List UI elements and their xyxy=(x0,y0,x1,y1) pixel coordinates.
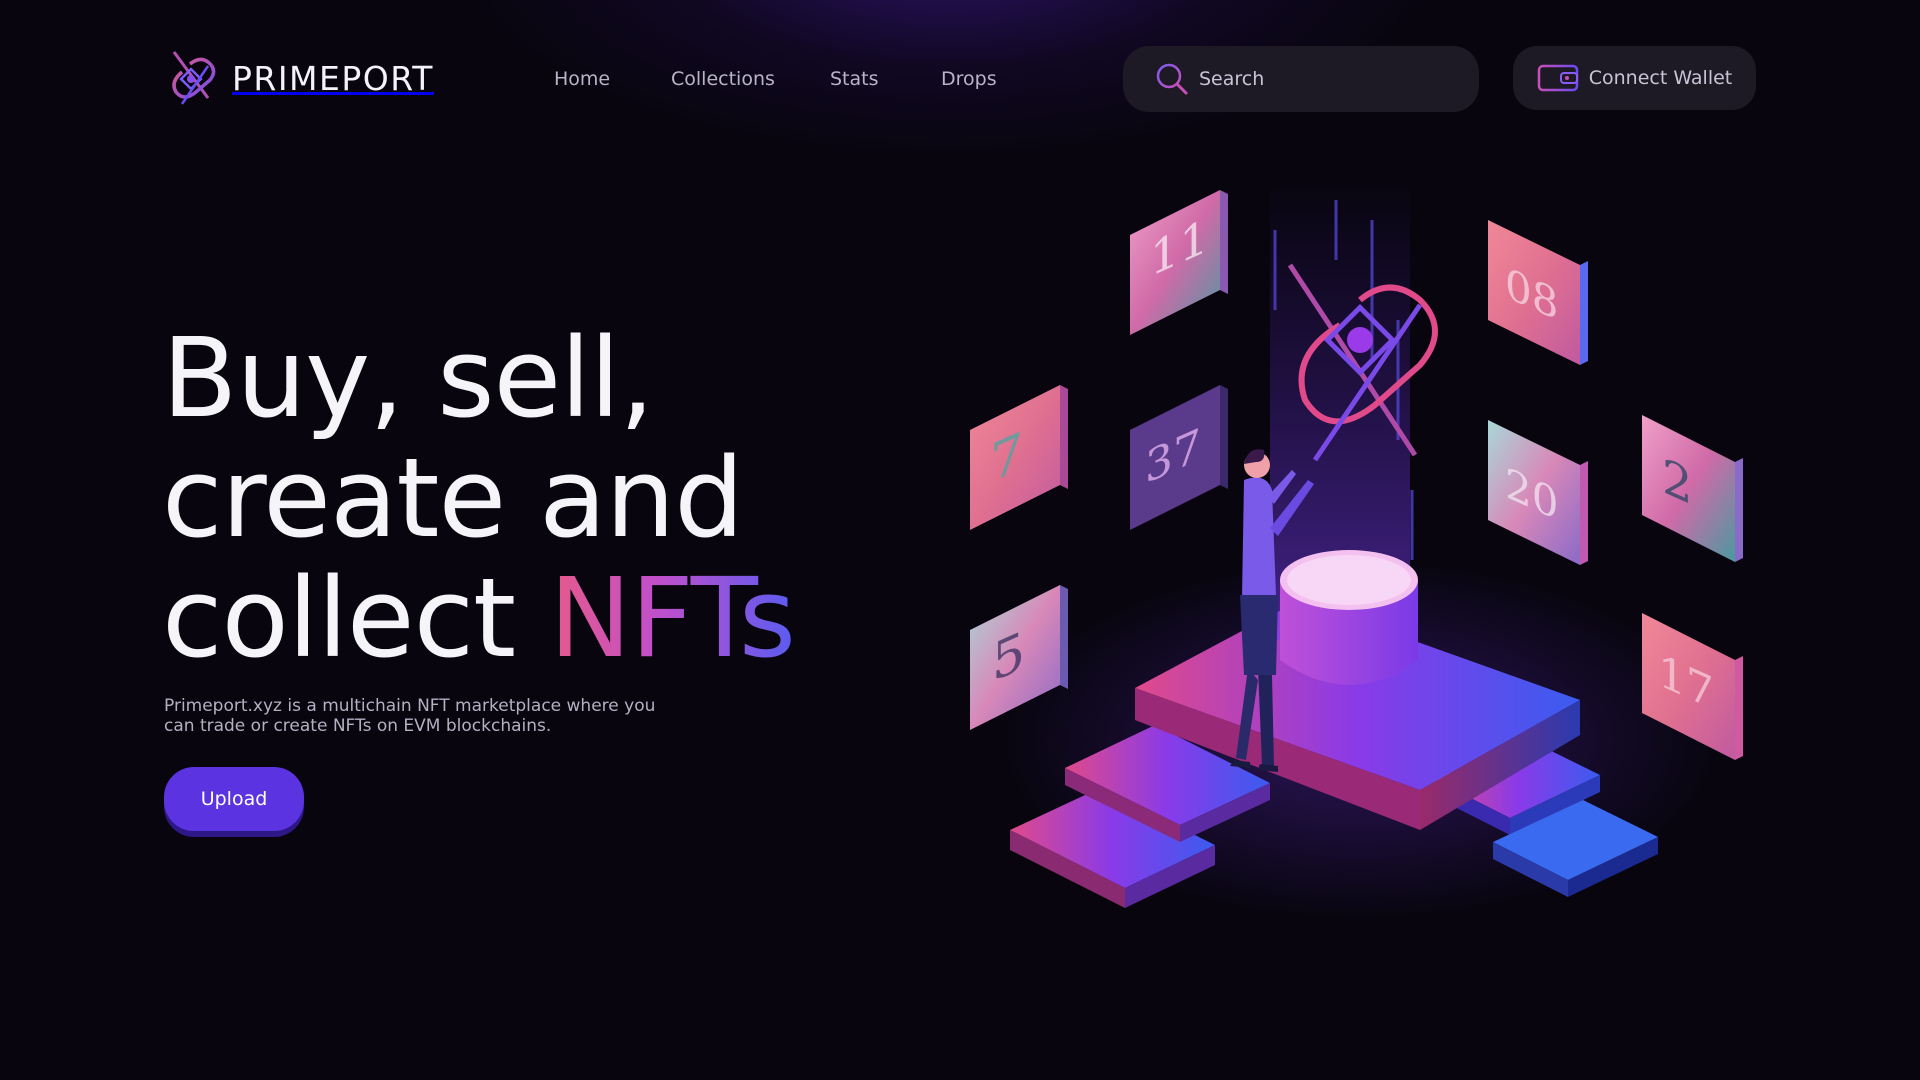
search-icon xyxy=(1156,63,1188,95)
nft-card-5: 08 xyxy=(1488,220,1588,365)
hero-description: Primeport.xyz is a multichain NFT market… xyxy=(164,696,656,736)
brand-logo[interactable]: PRIMEPORT xyxy=(162,46,434,110)
nav-stats[interactable]: Stats xyxy=(830,64,879,94)
hero-title-line-2: create and xyxy=(162,434,744,562)
upload-button[interactable]: Upload xyxy=(164,767,304,831)
isometric-scene: 11 7 37 5 08 20 2 17 xyxy=(970,180,1743,920)
nft-card-7: 2 xyxy=(1642,415,1743,562)
nft-card-3: 37 xyxy=(1130,385,1228,530)
connect-wallet-button[interactable]: Connect Wallet xyxy=(1513,46,1756,110)
pedestal-cylinder xyxy=(1280,550,1418,685)
primeport-logo-icon xyxy=(172,51,216,105)
nav-collections[interactable]: Collections xyxy=(671,64,775,94)
search-input[interactable] xyxy=(1199,68,1449,90)
brand-name: PRIMEPORT xyxy=(232,58,434,98)
hero-title-line-3: collect NFTs xyxy=(162,558,922,678)
hero-title: Buy, sell, create and collect NFTs xyxy=(162,318,922,678)
nav-home[interactable]: Home xyxy=(554,64,610,94)
nft-card-2: 7 xyxy=(970,385,1068,530)
search-bar[interactable] xyxy=(1123,46,1479,112)
hero-illustration: 11 7 37 5 08 20 2 17 xyxy=(940,180,1780,940)
connect-wallet-label: Connect Wallet xyxy=(1588,67,1733,89)
hero-title-highlight: NFTs xyxy=(549,554,796,682)
hero-title-line-1: Buy, sell, xyxy=(162,314,654,442)
nav-drops[interactable]: Drops xyxy=(941,64,997,94)
wallet-icon xyxy=(1537,64,1578,92)
nft-card-6: 20 xyxy=(1488,420,1588,565)
hero-title-prefix: collect xyxy=(162,554,550,682)
nft-card-1: 11 xyxy=(1130,190,1228,335)
